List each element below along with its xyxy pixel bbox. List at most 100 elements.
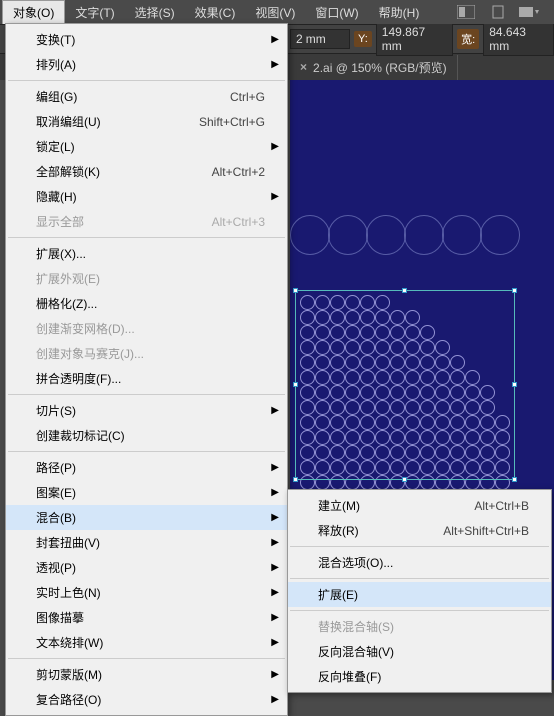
handle-ml[interactable] (293, 382, 298, 387)
menu-item: 创建对象马赛克(J)... (6, 341, 287, 366)
menu-window[interactable]: 窗口(W) (305, 1, 368, 24)
menu-shortcut: Alt+Ctrl+2 (212, 165, 265, 179)
submenu-arrow-icon: ▶ (271, 612, 279, 623)
y-value[interactable]: 149.867 mm (376, 22, 453, 56)
menu-shortcut: Alt+Ctrl+B (474, 499, 529, 513)
menu-item[interactable]: 剪切蒙版(M)▶ (6, 662, 287, 687)
object-menu: 变换(T)▶排列(A)▶编组(G)Ctrl+G取消编组(U)Shift+Ctrl… (5, 23, 288, 716)
doc-icon[interactable] (486, 2, 510, 22)
handle-mr[interactable] (512, 382, 517, 387)
menu-item-label: 混合(B) (36, 509, 76, 526)
menu-item[interactable]: 释放(R)Alt+Shift+Ctrl+B (288, 518, 551, 543)
menu-item[interactable]: 封套扭曲(V)▶ (6, 530, 287, 555)
menu-item[interactable]: 混合(B) ▶ (6, 505, 287, 530)
layout-icon[interactable] (454, 2, 478, 22)
menu-view[interactable]: 视图(V) (245, 1, 305, 24)
menu-select[interactable]: 选择(S) (125, 1, 185, 24)
menu-item-label: 路径(P) (36, 459, 76, 476)
menu-item-label: 创建裁切标记(C) (36, 427, 125, 444)
menu-item[interactable]: 栅格化(Z)... (6, 291, 287, 316)
menu-item[interactable]: 变换(T) ▶ (6, 27, 287, 52)
menu-item[interactable]: 扩展(E) (288, 582, 551, 607)
menu-separator (290, 578, 549, 579)
menu-separator (8, 237, 285, 238)
menu-item-label: 排列(A) (36, 56, 76, 73)
menu-item[interactable]: 排列(A)▶ (6, 52, 287, 77)
menu-item[interactable]: 复合路径(O)▶ (6, 687, 287, 712)
menubar-right (454, 2, 552, 22)
tab-label: 2.ai @ 150% (RGB/预览) (313, 59, 447, 76)
menu-item-label: 拼合透明度(F)... (36, 370, 121, 387)
menu-item[interactable]: 反向混合轴(V) (288, 639, 551, 664)
submenu-arrow-icon: ▶ (271, 487, 279, 498)
menu-item-label: 扩展(X)... (36, 245, 86, 262)
submenu-arrow-icon: ▶ (271, 669, 279, 680)
menu-item-label: 显示全部 (36, 213, 84, 230)
menu-item[interactable]: 编组(G)Ctrl+G (6, 84, 287, 109)
menu-item-label: 编组(G) (36, 88, 77, 105)
menu-shortcut: Alt+Shift+Ctrl+B (443, 524, 529, 538)
submenu-arrow-icon: ▶ (271, 141, 279, 152)
submenu-arrow-icon: ▶ (271, 637, 279, 648)
menu-item[interactable]: 创建裁切标记(C) (6, 423, 287, 448)
menu-separator (8, 451, 285, 452)
menu-item[interactable]: 拼合透明度(F)... (6, 366, 287, 391)
submenu-arrow-icon: ▶ (271, 34, 279, 45)
menu-item[interactable]: 透视(P)▶ (6, 555, 287, 580)
menu-item[interactable]: 图案(E)▶ (6, 480, 287, 505)
menu-item[interactable]: 图像描摹 ▶ (6, 605, 287, 630)
w-value[interactable]: 84.643 mm (483, 22, 554, 56)
submenu-arrow-icon: ▶ (271, 512, 279, 523)
menu-item[interactable]: 混合选项(O)... (288, 550, 551, 575)
menu-item: 替换混合轴(S) (288, 614, 551, 639)
menu-item-label: 全部解锁(K) (36, 163, 100, 180)
menu-item-label: 建立(M) (318, 497, 360, 514)
menu-item[interactable]: 路径(P)▶ (6, 455, 287, 480)
menu-item-label: 封套扭曲(V) (36, 534, 100, 551)
handle-tl[interactable] (293, 288, 298, 293)
menu-item-label: 图像描摹 (36, 609, 84, 626)
menu-item[interactable]: 反向堆叠(F) (288, 664, 551, 689)
menu-item[interactable]: 取消编组(U)Shift+Ctrl+G (6, 109, 287, 134)
menu-item[interactable]: 切片(S)▶ (6, 398, 287, 423)
menu-item[interactable]: 实时上色(N)▶ (6, 580, 287, 605)
x-value[interactable]: 2 mm (290, 29, 350, 49)
menu-item-label: 创建渐变网格(D)... (36, 320, 135, 337)
menu-item-label: 栅格化(Z)... (36, 295, 97, 312)
menu-item-label: 变换(T) (36, 31, 75, 48)
menu-item-label: 锁定(L) (36, 138, 75, 155)
menu-separator (8, 658, 285, 659)
handle-tm[interactable] (402, 288, 407, 293)
menu-item-label: 文本绕排(W) (36, 634, 103, 651)
menu-separator (8, 394, 285, 395)
menu-item-label: 隐藏(H) (36, 188, 77, 205)
close-icon[interactable]: × (300, 60, 307, 74)
submenu-arrow-icon: ▶ (271, 405, 279, 416)
menu-effect[interactable]: 效果(C) (185, 1, 246, 24)
handle-tr[interactable] (512, 288, 517, 293)
menu-object[interactable]: 对象(O) (2, 0, 65, 24)
menu-item-label: 创建对象马赛克(J)... (36, 345, 144, 362)
handle-br[interactable] (512, 477, 517, 482)
menu-help[interactable]: 帮助(H) (369, 1, 430, 24)
menu-separator (290, 546, 549, 547)
handle-bl[interactable] (293, 477, 298, 482)
menu-item[interactable]: 文本绕排(W) ▶ (6, 630, 287, 655)
w-label: 宽: (457, 29, 479, 49)
menu-item-label: 替换混合轴(S) (318, 618, 394, 635)
menu-item[interactable]: 建立(M) Alt+Ctrl+B (288, 493, 551, 518)
menu-item-label: 反向混合轴(V) (318, 643, 394, 660)
menu-item: 显示全部 Alt+Ctrl+3 (6, 209, 287, 234)
document-tab[interactable]: × 2.ai @ 150% (RGB/预览) (290, 55, 458, 80)
menu-item[interactable]: 扩展(X)... (6, 241, 287, 266)
menu-item[interactable]: 隐藏(H)▶ (6, 184, 287, 209)
menu-item[interactable]: 锁定(L) ▶ (6, 134, 287, 159)
menu-shortcut: Alt+Ctrl+3 (212, 215, 265, 229)
menu-item-label: 反向堆叠(F) (318, 668, 381, 685)
y-label: Y: (354, 31, 372, 47)
menu-item-label: 扩展外观(E) (36, 270, 100, 287)
menu-item[interactable]: 全部解锁(K) Alt+Ctrl+2 (6, 159, 287, 184)
menu-type[interactable]: 文字(T) (65, 1, 124, 24)
menu-item-label: 取消编组(U) (36, 113, 101, 130)
workspace-icon[interactable] (518, 2, 542, 22)
